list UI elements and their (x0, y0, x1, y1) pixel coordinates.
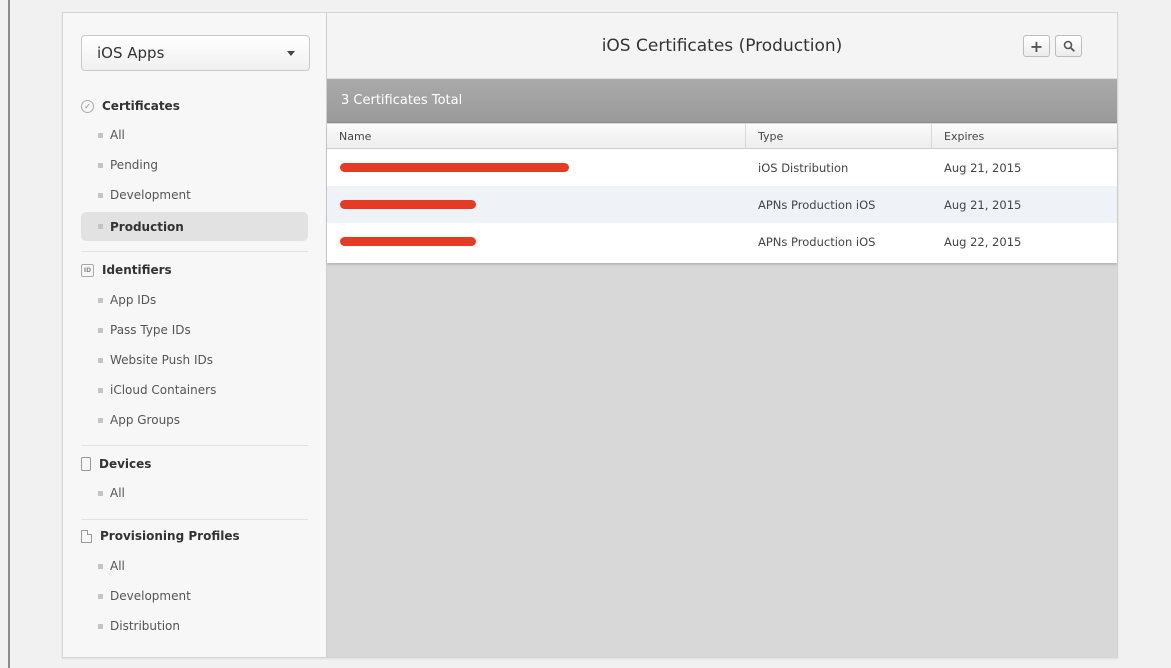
sidebar-item-label: All (110, 128, 125, 142)
app-type-select[interactable]: iOS Apps (81, 35, 310, 71)
section-title: Provisioning Profiles (100, 529, 240, 543)
sidebar-item-label: Development (110, 188, 191, 202)
sidebar: iOS Apps ✓ Certificates All Pending Deve… (63, 13, 327, 657)
section-title: Identifiers (102, 263, 172, 277)
sidebar-item-profiles-development[interactable]: Development (81, 583, 308, 609)
section-title: Devices (99, 457, 152, 471)
sidebar-item-label: Development (110, 589, 191, 603)
search-button[interactable] (1055, 35, 1082, 57)
sidebar-item-pass-type-ids[interactable]: Pass Type IDs (81, 317, 308, 343)
column-header-name[interactable]: Name (327, 124, 745, 149)
sidebar-item-app-groups[interactable]: App Groups (81, 407, 308, 433)
bullet-icon (98, 387, 103, 393)
sidebar-item-certificates-production[interactable]: Production (81, 212, 308, 241)
bullet-icon (98, 327, 103, 333)
cell-type: APNs Production iOS (758, 234, 876, 249)
cell-expires: Aug 21, 2015 (944, 197, 1022, 212)
section-devices[interactable]: Devices (81, 453, 151, 475)
redaction-mark (340, 200, 476, 209)
sidebar-item-profiles-distribution[interactable]: Distribution (81, 613, 308, 639)
table-row[interactable]: APNs Production iOS Aug 22, 2015 (327, 223, 1117, 260)
sidebar-item-label: Pending (110, 158, 158, 172)
sidebar-item-certificates-pending[interactable]: Pending (81, 152, 308, 178)
page-title: iOS Certificates (Production) (601, 36, 843, 56)
bullet-icon (98, 297, 103, 303)
section-identifiers[interactable]: ID Identifiers (81, 259, 172, 281)
main-panel: iOS Certificates (Production) + 3 Certif… (327, 13, 1117, 657)
table-header: Name Type Expires (327, 124, 1117, 149)
sidebar-item-label: Production (110, 219, 184, 234)
add-certificate-button[interactable]: + (1023, 35, 1050, 57)
cell-type: iOS Distribution (758, 160, 849, 175)
cell-name (327, 149, 745, 186)
bullet-icon (98, 192, 103, 198)
sidebar-item-label: iCloud Containers (110, 383, 217, 397)
sidebar-item-devices-all[interactable]: All (81, 480, 308, 506)
sidebar-item-label: App Groups (110, 413, 181, 427)
sidebar-item-icloud-containers[interactable]: iCloud Containers (81, 377, 308, 403)
cell-name (327, 223, 745, 260)
plus-icon: + (1029, 36, 1044, 56)
bullet-icon (98, 593, 103, 599)
table-row[interactable]: iOS Distribution Aug 21, 2015 (327, 149, 1117, 186)
total-count-bar: 3 Certificates Total (327, 79, 1117, 123)
cell-expires: Aug 22, 2015 (944, 234, 1022, 249)
bullet-icon (98, 563, 103, 569)
sidebar-item-label: All (110, 559, 125, 573)
bullet-icon (98, 357, 103, 363)
sidebar-item-app-ids[interactable]: App IDs (81, 287, 308, 313)
section-provisioning-profiles[interactable]: Provisioning Profiles (81, 525, 240, 547)
section-certificates[interactable]: ✓ Certificates (81, 95, 180, 117)
search-icon (1063, 40, 1075, 52)
identifier-icon: ID (81, 263, 94, 277)
table-row[interactable]: APNs Production iOS Aug 21, 2015 (327, 186, 1117, 223)
cell-expires: Aug 21, 2015 (944, 160, 1022, 175)
cell-name (327, 186, 745, 223)
section-divider (81, 445, 308, 446)
chevron-down-icon (287, 50, 295, 56)
bullet-icon (98, 490, 103, 496)
document-icon (81, 529, 92, 543)
sidebar-item-certificates-development[interactable]: Development (81, 182, 308, 208)
total-count-label: 3 Certificates Total (341, 93, 463, 108)
app-type-select-label: iOS Apps (97, 44, 165, 62)
certificates-table: Name Type Expires iOS Distribution Aug 2… (327, 124, 1117, 263)
section-title: Certificates (102, 99, 180, 113)
section-divider (81, 251, 308, 252)
column-header-expires[interactable]: Expires (931, 124, 1117, 149)
developer-portal-window: iOS Apps ✓ Certificates All Pending Deve… (62, 12, 1118, 658)
sidebar-item-label: Pass Type IDs (110, 323, 191, 337)
bullet-icon (98, 162, 103, 168)
section-divider (81, 519, 308, 520)
sidebar-item-certificates-all[interactable]: All (81, 122, 308, 148)
redaction-mark (340, 237, 476, 246)
page-left-rule (8, 0, 10, 668)
sidebar-item-website-push-ids[interactable]: Website Push IDs (81, 347, 308, 373)
column-header-type[interactable]: Type (745, 124, 931, 149)
device-icon (81, 457, 91, 471)
cell-type: APNs Production iOS (758, 197, 876, 212)
sidebar-item-label: Website Push IDs (110, 353, 213, 367)
redaction-mark (340, 163, 569, 172)
sidebar-item-profiles-all[interactable]: All (81, 553, 308, 579)
sidebar-item-label: All (110, 486, 125, 500)
bullet-icon (98, 132, 103, 138)
bullet-icon (98, 623, 103, 629)
certificate-icon: ✓ (81, 99, 94, 113)
bullet-icon (98, 224, 103, 229)
sidebar-item-label: App IDs (110, 293, 157, 307)
bullet-icon (98, 417, 103, 423)
sidebar-item-label: Distribution (110, 619, 181, 633)
header-bar: iOS Certificates (Production) + (327, 13, 1117, 79)
